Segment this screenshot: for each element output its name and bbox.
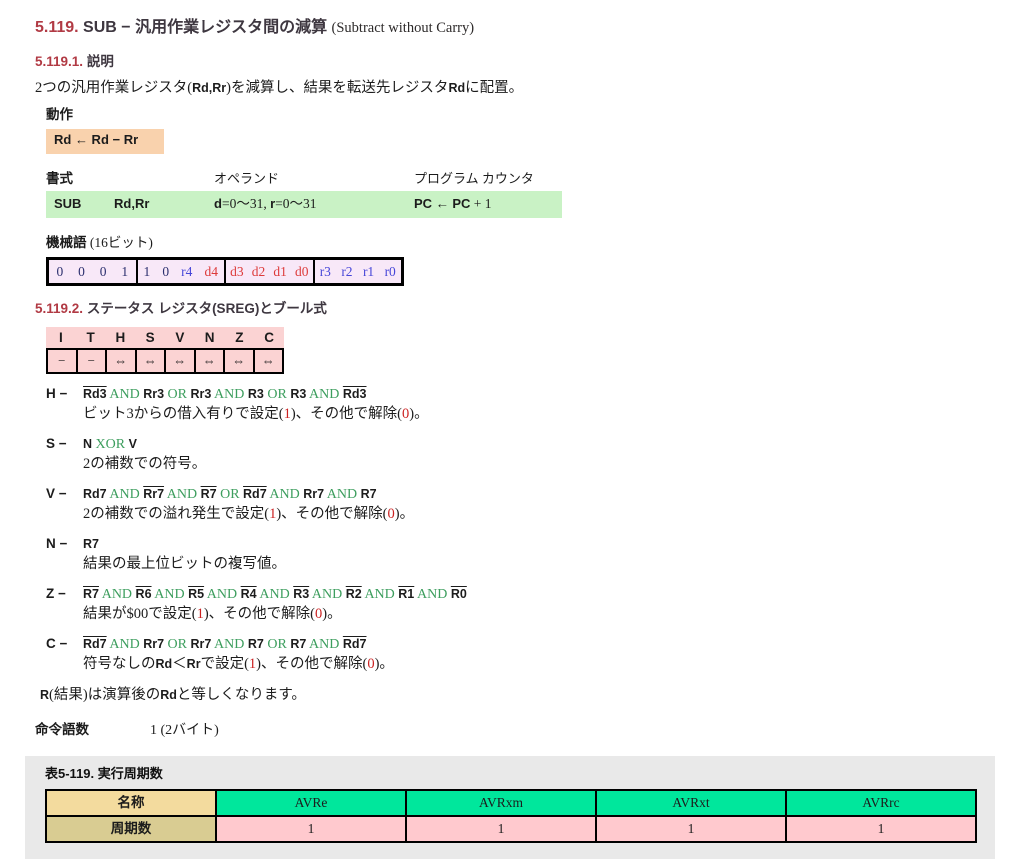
- flag-c-formula: Rd7 AND Rr7 OR Rr7 AND R7 OR R7 AND Rd7: [83, 636, 367, 654]
- flag-v: V − Rd7 AND Rr7 AND R7 OR Rd7 AND Rr7 AN…: [46, 485, 996, 524]
- pc-action: PC ← PC + 1: [414, 195, 562, 213]
- flag-h-description: ビット3からの借入有りで設定(1)、その他で解除(0)。: [83, 405, 996, 424]
- title-text: SUB − 汎用作業レジスタ間の減算: [79, 19, 332, 36]
- flag-z-description: 結果が$00で設定(1)、その他で解除(0)。: [83, 605, 996, 624]
- sreg-value: ⇔: [107, 350, 137, 372]
- flag-c-description: 符号なしのRd＜Rrで設定(1)、その他で解除(0)。: [83, 655, 996, 674]
- flag-s-description: 2の補数での符号。: [83, 455, 996, 474]
- sreg-value-row: − − ⇔ ⇔ ⇔ ⇔ ⇔ ⇔: [46, 348, 284, 374]
- flag-c: C − Rd7 AND Rr7 OR Rr7 AND R7 OR R7 AND …: [46, 635, 996, 674]
- opcode-bit-group-2: 10r4d4: [138, 260, 227, 283]
- flag-h-letter: H −: [46, 385, 83, 403]
- flag-z: Z − R7 AND R6 AND R5 AND R4 AND R3 AND R…: [46, 585, 996, 624]
- flag-n-description: 結果の最上位ビットの複写値。: [83, 555, 996, 574]
- flag-c-letter: C −: [46, 635, 83, 653]
- cycles-value-row: 周期数 1 1 1 1: [46, 816, 976, 842]
- flag-s: S − N XOR V 2の補数での符号。: [46, 435, 996, 474]
- flag-n-formula: R7: [83, 536, 99, 554]
- cycles-core-avrxt: AVRxt: [596, 790, 786, 816]
- cycles-name-header: 名称: [46, 790, 216, 816]
- page-title: 5.119. SUB − 汎用作業レジスタ間の減算 (Subtract with…: [35, 18, 996, 39]
- subsection-title-sreg: ステータス レジスタ(SREG)とブール式: [83, 301, 327, 316]
- sreg-value: ⇔: [196, 350, 226, 372]
- section-number: 5.119.: [35, 19, 79, 36]
- machine-code-label-text: 機械語: [46, 235, 87, 250]
- sreg-letter: Z: [225, 329, 255, 347]
- mnemonic: SUB: [46, 195, 114, 213]
- flag-z-letter: Z −: [46, 585, 83, 603]
- flag-z-formula: R7 AND R6 AND R5 AND R4 AND R3 AND R2 AN…: [83, 586, 467, 604]
- word-count-label: 命令語数: [35, 721, 150, 739]
- cycles-value-avrxm: 1: [406, 816, 596, 842]
- machine-code-label-suffix: (16ビット): [87, 235, 153, 250]
- subsection-number-sreg: 5.119.2.: [35, 301, 83, 316]
- sreg-value: ⇔: [255, 350, 283, 372]
- sreg-letter: T: [76, 329, 106, 347]
- sreg-letter: N: [195, 329, 225, 347]
- cycles-table: 名称 AVRe AVRxm AVRxt AVRrc 周期数 1 1 1 1: [45, 789, 977, 843]
- cycles-name-row: 名称 AVRe AVRxm AVRxt AVRrc: [46, 790, 976, 816]
- flag-v-formula: Rd7 AND Rr7 AND R7 OR Rd7 AND Rr7 AND R7: [83, 486, 377, 504]
- flag-h: H − Rd3 AND Rr3 OR Rr3 AND R3 OR R3 AND …: [46, 385, 996, 424]
- sreg-value: −: [78, 350, 108, 372]
- title-english: (Subtract without Carry): [332, 20, 475, 36]
- subsection-number: 5.119.1.: [35, 54, 83, 69]
- flag-v-description: 2の補数での溢れ発生で設定(1)、その他で解除(0)。: [83, 505, 996, 524]
- syntax-col-operand: オペランド: [214, 171, 414, 188]
- section-heading-sreg: 5.119.2. ステータス レジスタ(SREG)とブール式: [35, 300, 996, 318]
- syntax-col-pc: プログラム カウンタ: [414, 171, 562, 188]
- flag-n-letter: N −: [46, 535, 83, 553]
- cycles-value-header: 周期数: [46, 816, 216, 842]
- syntax-table: 書式 オペランド プログラム カウンタ SUB Rd,Rr d=0〜31, r=…: [46, 170, 562, 218]
- section-heading-description: 5.119.1. 説明: [35, 53, 996, 71]
- opcode-bit-group-1: 0001: [49, 260, 138, 283]
- syntax-header-row: 書式 オペランド プログラム カウンタ: [46, 170, 562, 188]
- sreg-value: ⇔: [137, 350, 167, 372]
- cycles-core-avrxm: AVRxm: [406, 790, 596, 816]
- machine-code-label: 機械語 (16ビット): [46, 234, 996, 252]
- sreg-letter: V: [165, 329, 195, 347]
- sreg-letter: C: [254, 329, 284, 347]
- opcode-bit-group-3: d3d2d1d0: [226, 260, 315, 283]
- cycles-table-caption: 表5-119. 実行周期数: [45, 766, 995, 783]
- cycles-value-avrxt: 1: [596, 816, 786, 842]
- sreg-letter-row: I T H S V N Z C: [46, 327, 284, 348]
- cycles-value-avrrc: 1: [786, 816, 976, 842]
- sreg-letter: I: [46, 329, 76, 347]
- opcode-bit-table: 0001 10r4d4 d3d2d1d0 r3r2r1r0: [46, 257, 404, 286]
- cycles-core-avre: AVRe: [216, 790, 406, 816]
- cycles-core-avrrc: AVRrc: [786, 790, 976, 816]
- word-count-value: 1 (2バイト): [150, 722, 219, 740]
- sreg-value: ⇔: [166, 350, 196, 372]
- flag-s-letter: S −: [46, 435, 83, 453]
- action-label: 動作: [46, 106, 996, 124]
- sreg-value: ⇔: [225, 350, 255, 372]
- sreg-letter: H: [106, 329, 136, 347]
- sreg-letter: S: [135, 329, 165, 347]
- result-note: R(結果)は演算後のRdと等しくなります。: [40, 686, 996, 705]
- sreg-value: −: [48, 350, 78, 372]
- operand-range: d=0〜31, r=0〜31: [214, 195, 414, 213]
- operands: Rd,Rr: [114, 195, 214, 213]
- flag-s-formula: N XOR V: [83, 436, 137, 454]
- action-formula-box: Rd ← Rd − Rr: [46, 129, 164, 154]
- flag-n: N − R7 結果の最上位ビットの複写値。: [46, 535, 996, 574]
- sreg-table: I T H S V N Z C − − ⇔ ⇔ ⇔ ⇔ ⇔ ⇔: [46, 327, 284, 374]
- description-text: 2つの汎用作業レジスタ(Rd,Rr)を減算し、結果を転送先レジスタRdに配置。: [35, 79, 996, 98]
- cycles-panel: 表5-119. 実行周期数 名称 AVRe AVRxm AVRxt AVRrc …: [25, 756, 995, 859]
- opcode-bit-group-4: r3r2r1r0: [315, 260, 402, 283]
- cycles-value-avre: 1: [216, 816, 406, 842]
- subsection-title: 説明: [83, 54, 114, 69]
- flag-v-letter: V −: [46, 485, 83, 503]
- syntax-value-row: SUB Rd,Rr d=0〜31, r=0〜31 PC ← PC + 1: [46, 191, 562, 218]
- word-count-row: 命令語数 1 (2バイト): [35, 721, 996, 740]
- flag-h-formula: Rd3 AND Rr3 OR Rr3 AND R3 OR R3 AND Rd3: [83, 386, 367, 404]
- syntax-col-format: 書式: [46, 170, 214, 188]
- document-page: 5.119. SUB − 汎用作業レジスタ間の減算 (Subtract with…: [0, 0, 1024, 859]
